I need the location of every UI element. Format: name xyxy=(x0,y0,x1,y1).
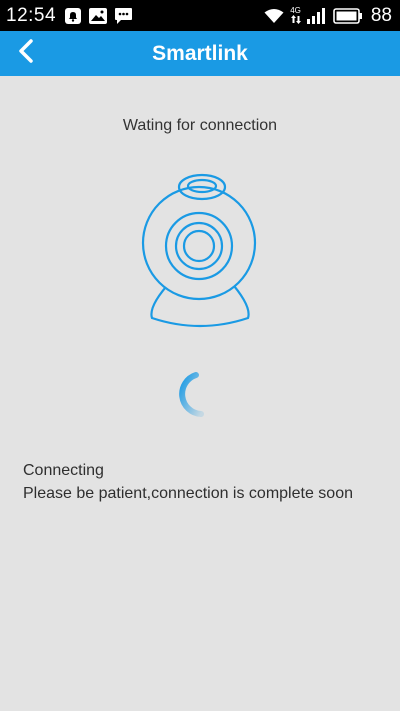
connection-status: Connecting Please be patient,connection … xyxy=(23,459,353,505)
network-type-label: 4G xyxy=(290,6,301,15)
wifi-icon xyxy=(264,8,284,24)
status-time: 12:54 xyxy=(6,4,57,26)
battery-level: 88 xyxy=(370,4,392,26)
status-bar: 12:54 4G 88 xyxy=(0,0,400,31)
data-arrows-icon xyxy=(290,15,301,24)
status-title: Connecting xyxy=(23,462,104,479)
loading-spinner xyxy=(176,369,226,424)
status-message: Please be patient,connection is complete… xyxy=(23,485,353,502)
status-bar-right: 4G 88 xyxy=(264,0,392,31)
app-bar: Smartlink xyxy=(0,31,400,76)
signal-icon xyxy=(306,7,327,24)
back-button[interactable] xyxy=(8,35,44,72)
page-title: Smartlink xyxy=(152,42,248,65)
gallery-icon xyxy=(88,7,108,25)
chevron-left-icon xyxy=(17,38,35,69)
webcam-icon xyxy=(136,170,266,335)
message-icon xyxy=(114,7,133,25)
waiting-label: Wating for connection xyxy=(122,117,278,134)
notification-bell-icon xyxy=(64,7,82,25)
network-type-indicator: 4G xyxy=(290,7,301,24)
battery-icon xyxy=(333,7,363,24)
status-bar-left: 12:54 xyxy=(6,0,133,31)
